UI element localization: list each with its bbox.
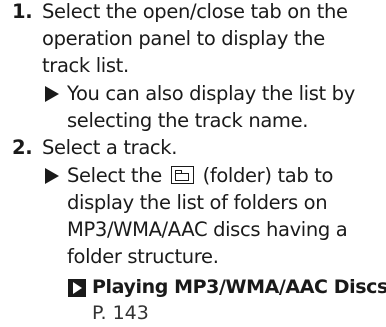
note-triangle-icon — [45, 168, 59, 184]
step-2-note-line-3: MP3/WMA/AAC discs having a — [67, 218, 348, 241]
step-2-note-line-2: display the list of folders on — [67, 191, 328, 214]
reference-arrow-icon — [68, 279, 86, 297]
step-1-text-line-3: track list. — [42, 54, 129, 77]
step-1-number: 1. — [12, 0, 33, 23]
step-1-note-line-1: You can also display the list by — [67, 82, 355, 105]
reference-page-number: P. 143 — [92, 302, 149, 324]
note-triangle-icon — [45, 86, 59, 102]
instruction-page: 1. Select the open/close tab on the oper… — [0, 0, 386, 324]
folder-icon — [170, 166, 194, 184]
step-1-note-line-2: selecting the track name. — [67, 109, 309, 132]
reference-link[interactable]: Playing MP3/WMA/AAC Discs — [92, 274, 386, 301]
step-1-text-line-1: Select the open/close tab on the — [42, 0, 348, 23]
step-2-note-line-4: folder structure. — [67, 245, 219, 268]
step-2-text-line-1: Select a track. — [42, 136, 178, 159]
step-1-text-line-2: operation panel to display the — [42, 27, 325, 50]
step-2-number: 2. — [12, 136, 33, 159]
step-2-note-line-1: Select the (folder) tab to — [67, 164, 334, 187]
